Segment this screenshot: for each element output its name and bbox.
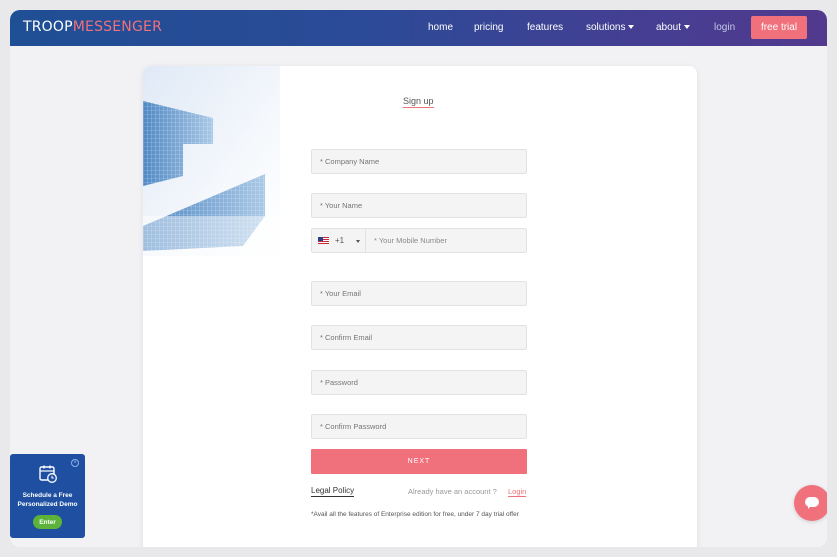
login-link[interactable]: Login [508, 487, 527, 497]
phone-field: +1 * Your Mobile Number [311, 228, 527, 253]
have-account-text: Already have an account ? [408, 487, 497, 496]
nav-home[interactable]: home [428, 22, 453, 33]
demo-enter-button[interactable]: Enter [33, 515, 62, 529]
signup-card: Sign up +1 * Your Mobile Number [143, 66, 697, 547]
signup-title: Sign up [403, 96, 434, 108]
close-icon[interactable]: × [71, 459, 79, 467]
logo-text-troop: TROOP [23, 19, 73, 35]
mobile-number-input[interactable]: * Your Mobile Number [366, 236, 447, 245]
legal-policy-link[interactable]: Legal Policy [311, 486, 355, 497]
free-trial-button[interactable]: free trial [751, 16, 807, 39]
chat-button[interactable] [794, 485, 827, 521]
confirm-password-input[interactable] [311, 414, 527, 439]
caret-down-icon [628, 25, 635, 30]
nav-solutions[interactable]: solutions [586, 22, 635, 33]
demo-widget: × Schedule a Free Personalized Demo Ente… [10, 454, 85, 538]
nav-about-label: about [656, 22, 682, 33]
nav-about[interactable]: about [656, 22, 691, 33]
demo-text-line1: Schedule a Free [22, 492, 73, 499]
caret-down-icon [684, 25, 691, 30]
caret-down-icon [356, 240, 360, 243]
demo-text: Schedule a Free Personalized Demo [10, 491, 85, 509]
chat-bubble-icon [805, 497, 819, 509]
navbar: TROOPMESSENGER home pricing features sol… [10, 10, 827, 46]
email-input[interactable] [311, 281, 527, 306]
us-flag-icon [318, 237, 329, 244]
building-image [143, 66, 280, 256]
next-button[interactable]: NEXT [311, 449, 527, 474]
browser-frame: TROOPMESSENGER home pricing features sol… [10, 10, 827, 547]
calendar-clock-icon [39, 465, 57, 483]
nav-login[interactable]: login [714, 22, 735, 33]
country-code-value: +1 [335, 236, 345, 245]
demo-text-line2: Personalized Demo [17, 501, 78, 508]
trial-note: *Avail all the features of Enterprise ed… [311, 511, 519, 518]
company-name-input[interactable] [311, 149, 527, 174]
password-input[interactable] [311, 370, 527, 395]
nav-features[interactable]: features [527, 22, 563, 33]
confirm-email-input[interactable] [311, 325, 527, 350]
nav-solutions-label: solutions [586, 22, 626, 33]
logo[interactable]: TROOPMESSENGER [23, 19, 162, 35]
nav-pricing[interactable]: pricing [474, 22, 503, 33]
country-code-select[interactable]: +1 [312, 229, 366, 252]
logo-text-messenger: MESSENGER [72, 19, 163, 35]
your-name-input[interactable] [311, 193, 527, 218]
